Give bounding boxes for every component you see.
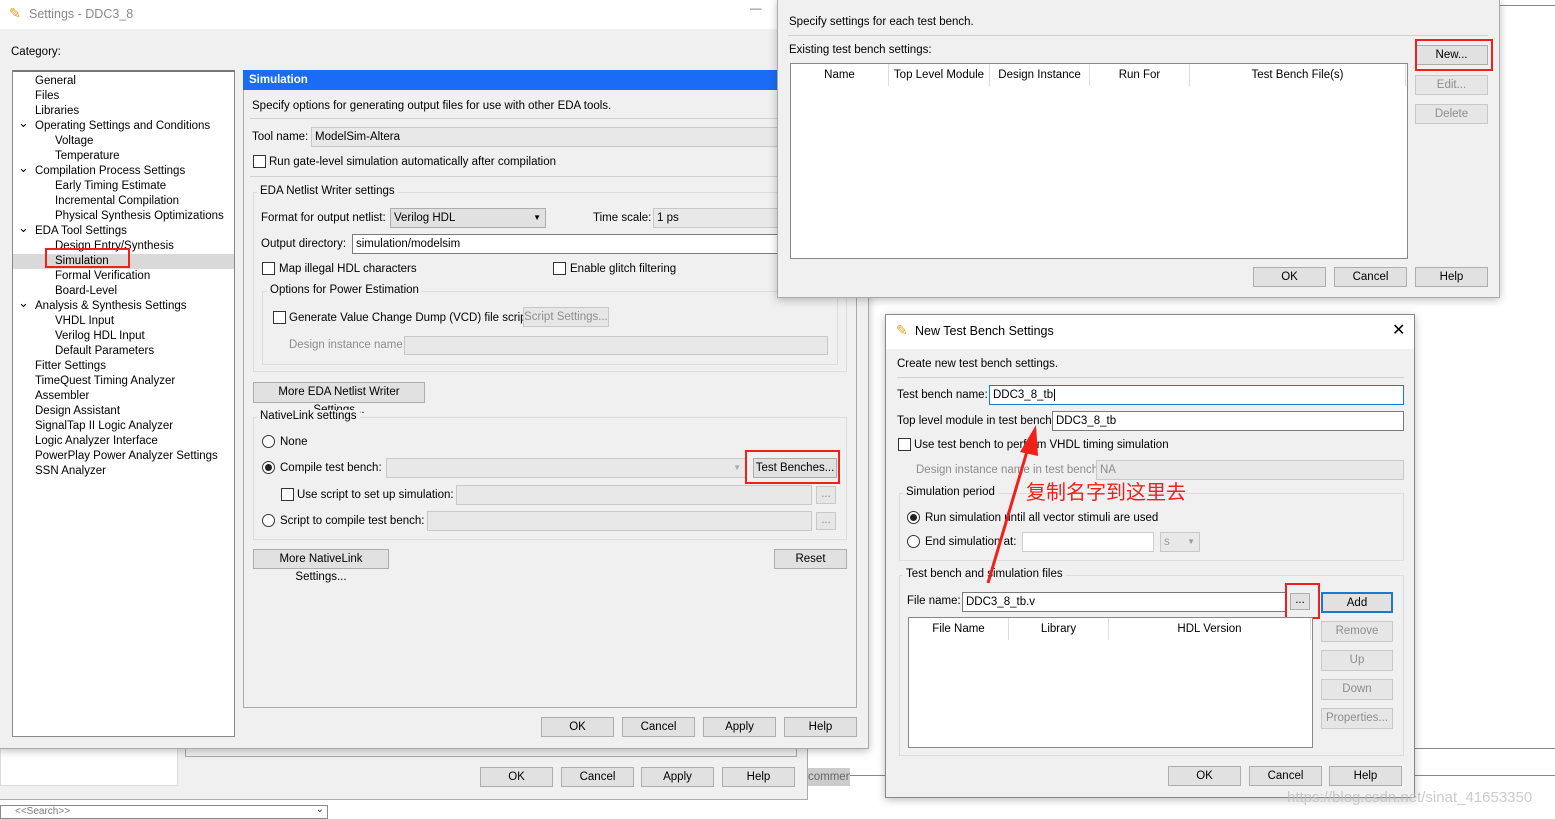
annotation-text: 复制名字到这里去 [1026,482,1186,504]
watermark: https://blog.csdn.net/sinat_41653350 [1287,789,1533,806]
annotation-arrow [986,425,1038,584]
